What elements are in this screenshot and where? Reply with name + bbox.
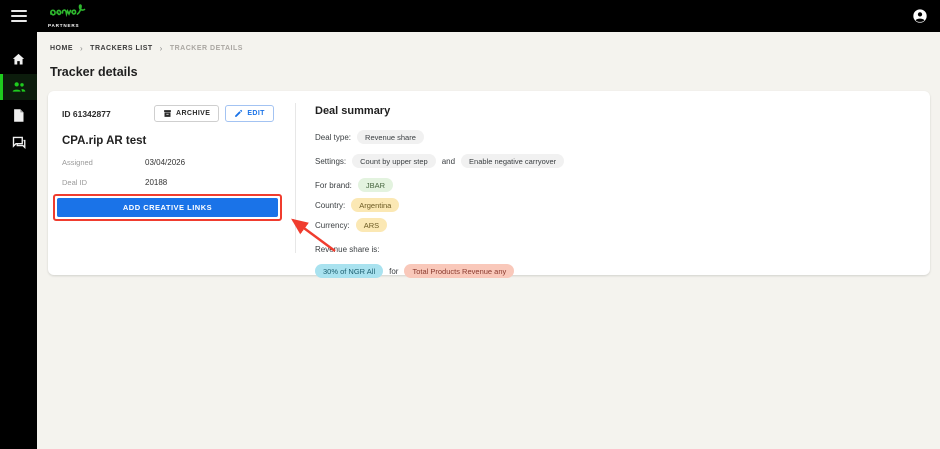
breadcrumb: HOME › TRACKERS LIST › TRACKER DETAILS [50, 42, 940, 54]
revenue-percent-chip: 30% of NGR All [315, 264, 384, 278]
brand-row: For brand: JBAR [315, 178, 930, 192]
deal-type-chip: Revenue share [357, 130, 424, 144]
field-row-deal-id: Deal ID 20188 [62, 178, 295, 187]
settings-label: Settings: [315, 156, 347, 166]
edit-button[interactable]: EDIT [225, 105, 274, 122]
breadcrumb-tracker-details: TRACKER DETAILS [169, 44, 243, 52]
revenue-share-row-chips: 30% of NGR All for Total Products Revenu… [315, 264, 930, 278]
brand-chip: JBAR [357, 178, 394, 192]
assigned-label: Assigned [62, 158, 93, 167]
deal-type-row: Deal type: Revenue share [315, 130, 930, 144]
breadcrumb-trackers-list[interactable]: TRACKERS LIST [90, 45, 153, 52]
sidebar-item-chat[interactable] [0, 130, 37, 156]
tracker-name: CPA.rip AR test [62, 135, 147, 147]
assigned-value: 03/04/2026 [145, 158, 186, 167]
sidebar [0, 0, 37, 449]
logo-wordmark-icon [50, 4, 86, 18]
top-bar [0, 0, 940, 32]
chevron-right-icon: › [159, 43, 163, 53]
add-creative-links-button[interactable]: ADD CREATIVE LINKS [57, 198, 278, 217]
currency-chip: ARS [355, 218, 388, 232]
tracker-id: ID 61342877 [62, 108, 111, 119]
home-icon [12, 53, 25, 64]
deal-type-label: Deal type: [315, 132, 352, 142]
field-row-assigned: Assigned 03/04/2026 [62, 158, 295, 167]
archive-button-label: ARCHIVE [176, 110, 211, 117]
sidebar-nav [0, 46, 37, 158]
revenue-share-label: Revenue share is: [315, 245, 380, 254]
edit-button-label: EDIT [247, 110, 265, 117]
document-icon [14, 108, 24, 122]
settings-conjunction: and [441, 156, 456, 166]
main-content: HOME › TRACKERS LIST › TRACKER DETAILS T… [37, 32, 940, 449]
currency-label: Currency: [315, 220, 350, 230]
tracker-info-panel: ID 61342877 ARCHIVE EDIT CPA.rip AR test [48, 91, 295, 275]
annotation-highlight-box: ADD CREATIVE LINKS [53, 194, 282, 221]
settings-chip-carryover: Enable negative carryover [461, 154, 565, 168]
currency-row: Currency: ARS [315, 218, 930, 232]
sidebar-item-documents[interactable] [0, 102, 37, 128]
deal-summary-panel: Deal summary Deal type: Revenue share Se… [296, 91, 930, 278]
page-title: Tracker details [50, 65, 138, 79]
pencil-icon [235, 109, 243, 117]
chat-icon [12, 136, 26, 150]
country-label: Country: [315, 200, 346, 210]
account-circle-icon[interactable] [912, 8, 928, 24]
people-icon [12, 82, 25, 92]
archive-button[interactable]: ARCHIVE [154, 105, 220, 122]
deal-summary-title: Deal summary [315, 105, 391, 117]
country-chip: Argentina [351, 198, 400, 212]
brand-label: For brand: [315, 180, 352, 190]
chevron-right-icon: › [80, 43, 84, 53]
growe-partners-logo[interactable]: PARTNERS [48, 2, 88, 30]
settings-chip-count: Count by upper step [352, 154, 436, 168]
breadcrumb-home[interactable]: HOME [50, 45, 73, 52]
revenue-conjunction: for [389, 266, 399, 276]
deal-id-value: 20188 [145, 178, 168, 187]
revenue-products-chip: Total Products Revenue any [404, 264, 515, 278]
tracker-details-card: ID 61342877 ARCHIVE EDIT CPA.rip AR test [48, 91, 930, 278]
sidebar-item-partners[interactable] [0, 74, 37, 100]
country-row: Country: Argentina [315, 198, 930, 212]
logo-partners-text: PARTNERS [48, 23, 80, 28]
archive-icon [164, 110, 171, 117]
deal-id-label: Deal ID [62, 178, 88, 187]
settings-row: Settings: Count by upper step and Enable… [315, 154, 930, 168]
hamburger-menu-icon[interactable] [11, 10, 27, 22]
active-indicator [0, 74, 3, 100]
sidebar-item-home[interactable] [0, 46, 37, 72]
revenue-share-row-label: Revenue share is: [315, 245, 930, 254]
